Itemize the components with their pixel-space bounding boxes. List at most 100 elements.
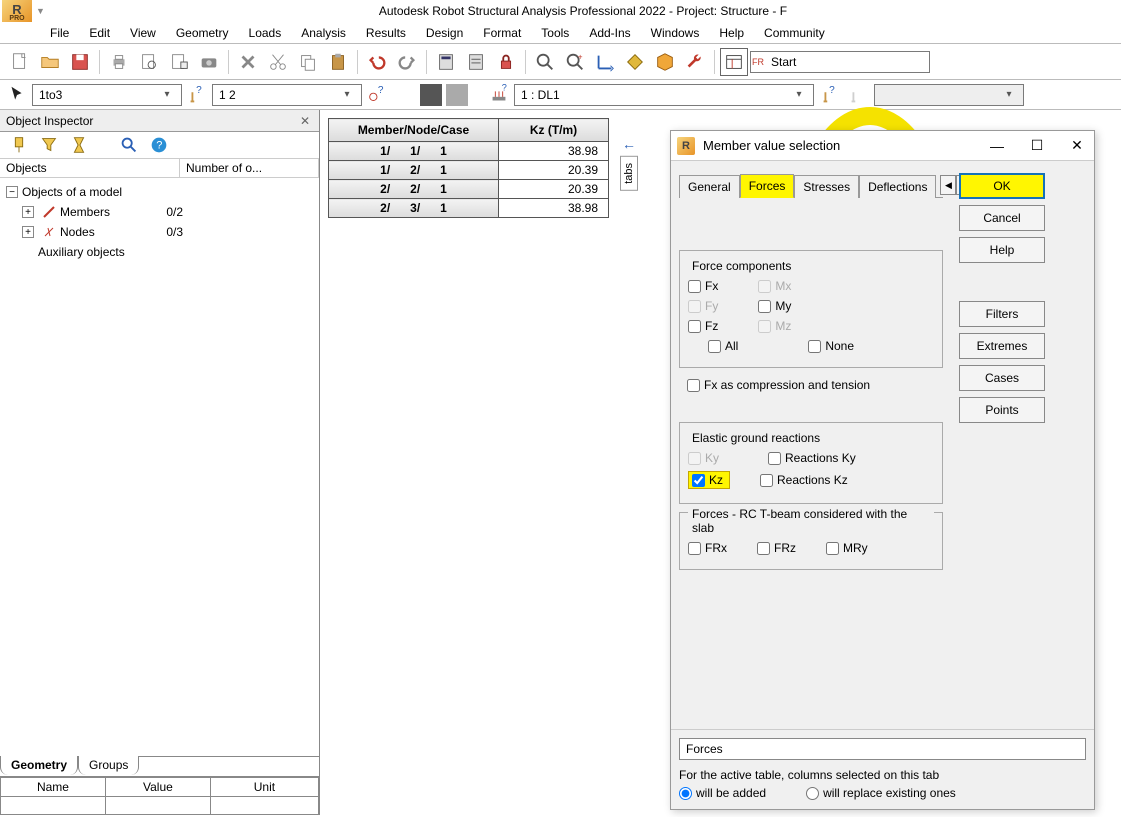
dialog-tab-general[interactable]: General <box>679 175 740 198</box>
selection-cursor-button[interactable] <box>6 84 28 106</box>
pin-icon[interactable] <box>8 134 30 156</box>
results-col-kz[interactable]: Kz (T/m) <box>499 119 609 142</box>
props-col-name[interactable]: Name <box>1 778 106 797</box>
checkbox-all[interactable]: All <box>708 339 738 353</box>
dialog-cancel-button[interactable]: Cancel <box>959 205 1045 231</box>
tool-layout-select[interactable] <box>720 48 748 76</box>
inspector-tab-groups[interactable]: Groups <box>78 756 139 775</box>
tool-redo[interactable] <box>393 48 421 76</box>
dialog-points-button[interactable]: Points <box>959 397 1045 423</box>
results-table[interactable]: Member/Node/Case Kz (T/m) 1/ 1/ 138.98 1… <box>328 118 609 218</box>
radio-will-be-added[interactable]: will be added <box>679 786 766 800</box>
inspector-close-button[interactable]: ✕ <box>297 113 313 129</box>
tool-cut[interactable] <box>264 48 292 76</box>
tool-lock[interactable] <box>492 48 520 76</box>
menu-results[interactable]: Results <box>356 26 416 40</box>
checkbox-reactions-kz[interactable]: Reactions Kz <box>760 471 848 489</box>
tree-item-aux[interactable]: Auxiliary objects <box>38 245 125 259</box>
tool-page-setup[interactable] <box>165 48 193 76</box>
menu-format[interactable]: Format <box>473 26 531 40</box>
tree-item-nodes[interactable]: Nodes <box>60 225 95 239</box>
inspector-col-objects[interactable]: Objects <box>0 159 180 177</box>
selection-nodes-combo[interactable]: ▾ <box>212 84 362 106</box>
radio-will-replace[interactable]: will replace existing ones <box>806 786 956 800</box>
tool-calc[interactable] <box>432 48 460 76</box>
dialog-extremes-button[interactable]: Extremes <box>959 333 1045 359</box>
tool-screenshot[interactable] <box>195 48 223 76</box>
dialog-maximize-button[interactable]: ☐ <box>1026 136 1048 156</box>
tool-save[interactable] <box>66 48 94 76</box>
checkbox-frz[interactable]: FRz <box>757 541 796 555</box>
checkbox-my[interactable]: My <box>758 299 791 313</box>
swatch-dark[interactable] <box>420 84 442 106</box>
menu-design[interactable]: Design <box>416 26 473 40</box>
help-icon[interactable]: ? <box>148 134 170 156</box>
tree-item-members[interactable]: Members <box>60 205 110 219</box>
tool-open[interactable] <box>36 48 64 76</box>
tool-undo[interactable] <box>363 48 391 76</box>
tool-zoom-plus[interactable]: + <box>561 48 589 76</box>
dialog-close-button[interactable]: ✕ <box>1066 136 1088 156</box>
dialog-cases-button[interactable]: Cases <box>959 365 1045 391</box>
inspector-col-number[interactable]: Number of o... <box>180 159 319 177</box>
selection-nodes-input[interactable] <box>213 85 339 105</box>
menu-geometry[interactable]: Geometry <box>166 26 239 40</box>
props-col-value[interactable]: Value <box>105 778 210 797</box>
misc-combo-input[interactable] <box>875 85 1001 105</box>
layout-combo-input[interactable] <box>765 52 905 72</box>
dialog-footer-input[interactable] <box>679 738 1086 760</box>
dialog-tab-deflections[interactable]: Deflections <box>859 175 936 198</box>
chevron-down-icon[interactable]: ▾ <box>791 89 807 100</box>
tree-expander[interactable]: + <box>22 226 34 238</box>
menu-tools[interactable]: Tools <box>531 26 579 40</box>
swatch-light[interactable] <box>446 84 468 106</box>
menu-addins[interactable]: Add-Ins <box>579 26 640 40</box>
tool-cube[interactable] <box>651 48 679 76</box>
filter-icon[interactable] <box>38 134 60 156</box>
menu-loads[interactable]: Loads <box>239 26 292 40</box>
props-col-unit[interactable]: Unit <box>210 778 318 797</box>
chevron-down-icon[interactable]: ▾ <box>1001 89 1017 100</box>
tree-expander[interactable]: − <box>6 186 18 198</box>
dialog-tab-stresses[interactable]: Stresses <box>794 175 859 198</box>
checkbox-reactions-ky[interactable]: Reactions Ky <box>768 451 856 465</box>
load-case-help-button[interactable]: ? <box>488 84 510 106</box>
tool-copy[interactable] <box>294 48 322 76</box>
load-support-button[interactable]: ? <box>818 84 842 106</box>
layout-combo[interactable]: FR <box>750 51 930 73</box>
load-case-combo[interactable]: ▾ <box>514 84 814 106</box>
side-tabs-handle[interactable]: tabs <box>620 156 638 191</box>
load-case-input[interactable] <box>515 85 791 105</box>
checkbox-kz[interactable]: Kz <box>688 471 730 489</box>
menu-community[interactable]: Community <box>754 26 835 40</box>
menu-analysis[interactable]: Analysis <box>291 26 356 40</box>
menu-view[interactable]: View <box>120 26 166 40</box>
tool-calc-settings[interactable] <box>462 48 490 76</box>
chevron-down-icon[interactable]: ▾ <box>339 89 355 100</box>
tool-zoom[interactable] <box>531 48 559 76</box>
tool-section[interactable] <box>621 48 649 76</box>
dialog-minimize-button[interactable]: — <box>986 136 1008 156</box>
title-dropdown-icon[interactable]: ▼ <box>36 6 45 16</box>
selection-help-button-2[interactable]: ? <box>366 84 388 106</box>
dialog-tab-forces[interactable]: Forces <box>740 174 795 198</box>
menu-windows[interactable]: Windows <box>641 26 710 40</box>
menu-help[interactable]: Help <box>709 26 754 40</box>
checkbox-none[interactable]: None <box>808 339 854 353</box>
chevron-down-icon[interactable]: ▾ <box>159 89 175 100</box>
checkbox-fx-compression[interactable]: Fx as compression and tension <box>687 378 935 392</box>
tool-axis[interactable] <box>591 48 619 76</box>
selection-members-input[interactable] <box>33 85 159 105</box>
tool-wrench[interactable] <box>681 48 709 76</box>
checkbox-mry[interactable]: MRy <box>826 541 868 555</box>
dialog-filters-button[interactable]: Filters <box>959 301 1045 327</box>
inspector-tree[interactable]: − Objects of a model + Members 0/2 + Nod… <box>0 178 319 756</box>
tree-expander[interactable]: + <box>22 206 34 218</box>
menu-file[interactable]: File <box>40 26 79 40</box>
tool-new[interactable] <box>6 48 34 76</box>
dialog-ok-button[interactable]: OK <box>959 173 1045 199</box>
checkbox-fz[interactable]: Fz <box>688 319 718 333</box>
selection-help-button-1[interactable]: ? <box>186 84 208 106</box>
tool-paste[interactable] <box>324 48 352 76</box>
tool-print-preview[interactable] <box>135 48 163 76</box>
